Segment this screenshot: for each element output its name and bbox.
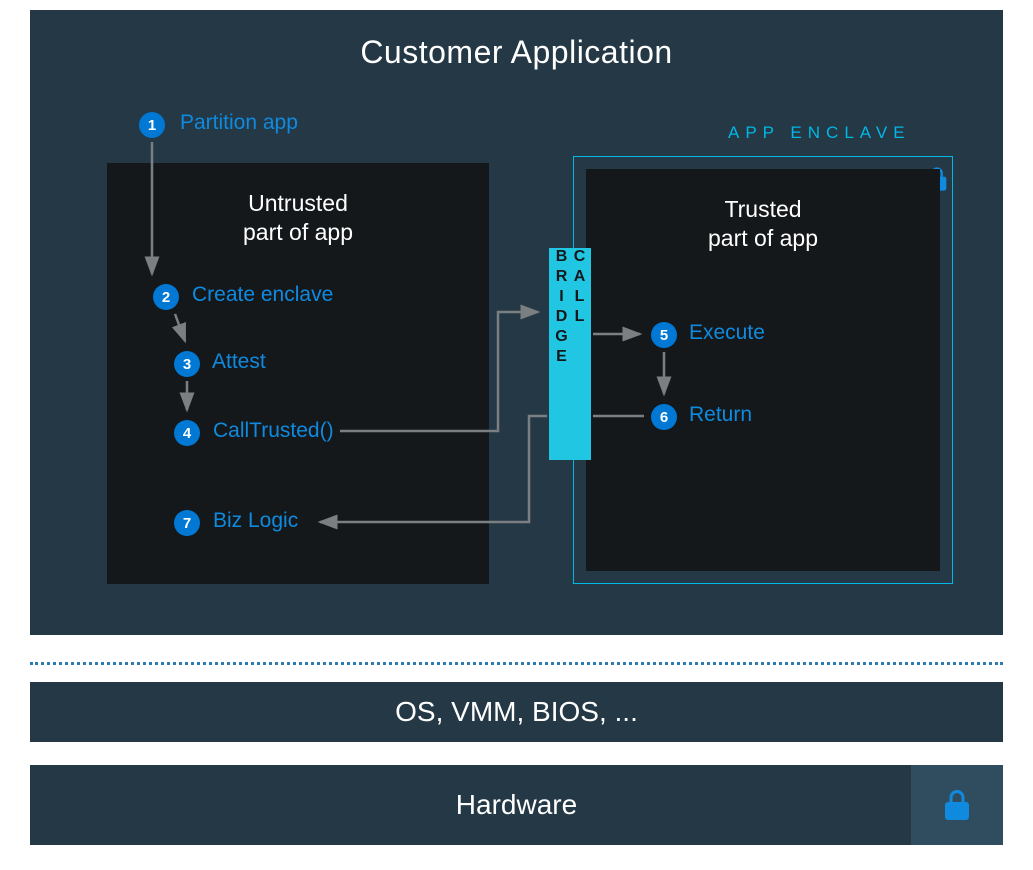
app-enclave-label: APP ENCLAVE — [728, 123, 911, 143]
trusted-line2: part of app — [708, 225, 818, 251]
step-badge-7: 7 — [174, 510, 200, 536]
step-label-return: Return — [689, 403, 752, 427]
step-badge-3: 3 — [174, 351, 200, 377]
dotted-divider — [30, 662, 1003, 665]
step-badge-5: 5 — [651, 322, 677, 348]
step-label-attest: Attest — [212, 350, 266, 374]
trusted-line1: Trusted — [724, 196, 801, 222]
step-badge-1: 1 — [139, 112, 165, 138]
untrusted-line2: part of app — [243, 219, 353, 245]
step-number-7: 7 — [183, 516, 191, 531]
step-number-4: 4 — [183, 426, 191, 441]
trusted-box: Trusted part of app — [586, 169, 940, 571]
step-number-6: 6 — [660, 410, 668, 425]
untrusted-box-title: Untrusted part of app — [107, 189, 489, 247]
step-label-biz-logic: Biz Logic — [213, 509, 298, 533]
step-number-3: 3 — [183, 357, 191, 372]
call-bridge: CALL BRIDGE — [549, 248, 591, 460]
step-number-1: 1 — [148, 118, 156, 133]
trusted-box-title: Trusted part of app — [586, 195, 940, 253]
os-bar-label: OS, VMM, BIOS, ... — [395, 696, 638, 728]
diagram-canvas: Customer Application 1 Partition app Unt… — [30, 10, 1003, 858]
call-bridge-label: CALL BRIDGE — [552, 248, 588, 460]
os-vmm-bios-bar: OS, VMM, BIOS, ... — [30, 682, 1003, 742]
hardware-bar-label: Hardware — [456, 789, 577, 821]
step-number-2: 2 — [162, 290, 170, 305]
step-number-5: 5 — [660, 328, 668, 343]
step-label-create-enclave: Create enclave — [192, 283, 333, 307]
customer-application-panel: Customer Application 1 Partition app Unt… — [30, 10, 1003, 635]
title-customer-application: Customer Application — [30, 34, 1003, 71]
step-label-partition-app: Partition app — [180, 111, 298, 135]
step-label-execute: Execute — [689, 321, 765, 345]
step-label-calltrusted: CallTrusted() — [213, 419, 334, 443]
step-badge-4: 4 — [174, 420, 200, 446]
hardware-bar: Hardware — [30, 765, 1003, 845]
untrusted-line1: Untrusted — [248, 190, 348, 216]
lock-icon — [939, 787, 975, 823]
hardware-lock-square — [911, 765, 1003, 845]
step-badge-2: 2 — [153, 284, 179, 310]
step-badge-6: 6 — [651, 404, 677, 430]
